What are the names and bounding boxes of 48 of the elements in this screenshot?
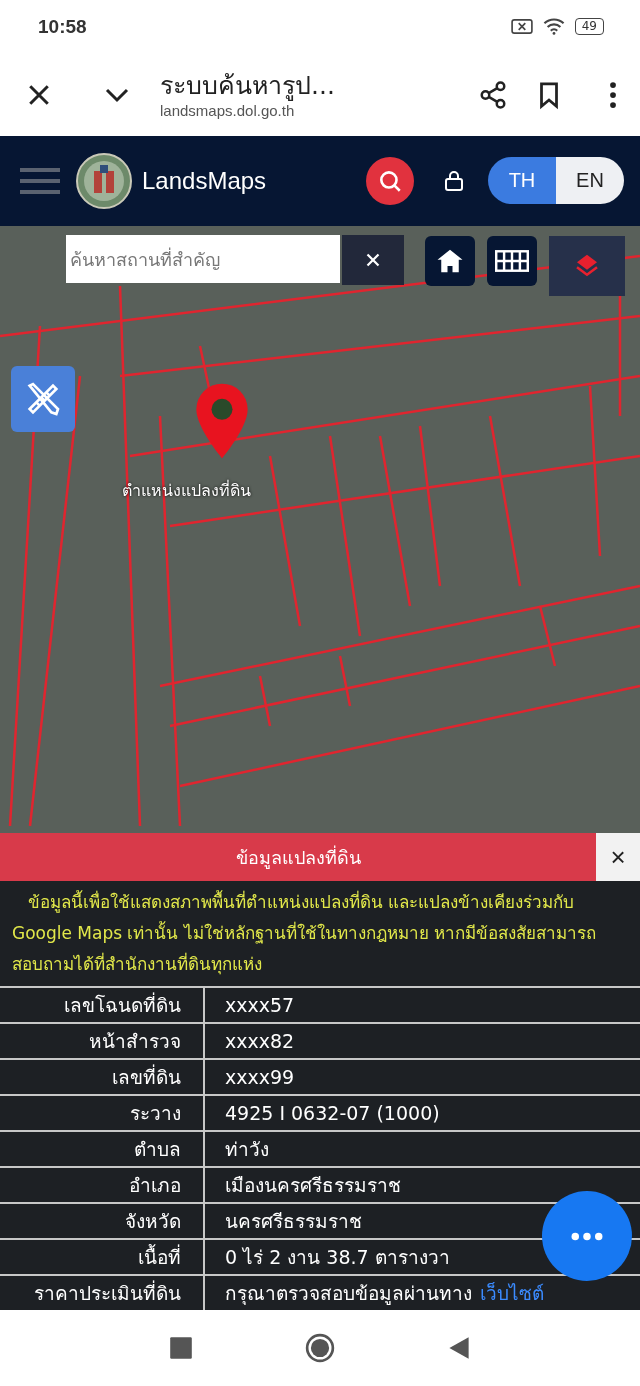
page-title: ระบบค้นหารูป... [160, 70, 336, 103]
emblem-logo [76, 152, 132, 209]
field-label: อำเภอ [129, 1173, 181, 1198]
field-label: เนื้อที่ [138, 1243, 181, 1270]
field-value: xxxx99 [225, 1066, 295, 1088]
grid-button[interactable] [487, 236, 537, 286]
lock-icon[interactable] [442, 168, 466, 193]
location-pin-icon [194, 381, 250, 461]
field-value: เมืองนครศรีธรรมราช [225, 1173, 401, 1198]
field-value: กรุณาตรวจสอบข้อมูลผ่านทาง [225, 1281, 472, 1307]
website-link[interactable]: เว็บไซต์ [480, 1278, 544, 1308]
recents-icon[interactable] [169, 1336, 193, 1360]
field-value: 4925 I 0632-07 (1000) [225, 1102, 440, 1124]
language-tab[interactable]: TH [488, 157, 556, 205]
field-value: นครศรีธรรมราช [225, 1209, 362, 1234]
field-value: 0 ไร่ 2 งาน 38.7 ตารางวา [225, 1245, 450, 1270]
place-search-field[interactable]: ค้นหาสถานที่สำคัญ [66, 235, 340, 283]
field-value: xxxx82 [225, 1030, 295, 1052]
measure-tool-button[interactable] [11, 366, 75, 432]
wifi-icon [542, 18, 565, 36]
close-button[interactable]: × [596, 833, 640, 881]
field-label: เลขโฉนดที่ดิน [64, 991, 181, 1018]
disclaimer-text: ข้อมูลนี้เพื่อใช้แสดงสภาพพื้นที่ตำแหน่งแปลงที่ดิน และแปลงข้างเคียงร่วมกับ Google Maps เท่านั้น ไม่ใช่หลักฐานที่ใช้ในทางกฎหมาย หากมีข้อสงสัยสามารถสอบถามได้ที่สำนักงานที่ดินทุกแห่ง [11, 889, 598, 977]
layers-button[interactable] [549, 236, 625, 296]
more-vertical-icon[interactable] [608, 79, 618, 110]
search-button[interactable] [366, 156, 414, 205]
page-url: landsmaps.dol.go.th [160, 102, 296, 120]
field-label: ระวาง [130, 1101, 181, 1126]
panel-title: ข้อมูลแปลงที่ดิน [235, 844, 361, 871]
back-icon[interactable] [447, 1336, 471, 1360]
more-horizontal-icon [571, 1231, 603, 1241]
status-time: 10:58 [38, 15, 87, 38]
field-label: จังหวัด [125, 1209, 181, 1234]
menu-icon[interactable] [20, 166, 60, 195]
battery-icon: 49 [574, 18, 604, 36]
field-label: เลขที่ดิน [112, 1063, 181, 1090]
brand-name: LandsMaps [142, 166, 268, 195]
clear-search-button[interactable] [342, 235, 404, 285]
field-label: หน้าสำรวจ [89, 1029, 181, 1054]
home-circle-icon[interactable] [305, 1333, 335, 1363]
field-value: ท่าวัง [225, 1137, 269, 1162]
no-sim-icon [510, 18, 533, 36]
field-label: ตำบล [134, 1137, 181, 1162]
home-button[interactable] [425, 236, 475, 286]
share-icon[interactable] [478, 79, 508, 110]
field-value: xxxx57 [225, 994, 295, 1016]
language-tab[interactable]: EN [556, 157, 624, 205]
field-label: ราคาประเมินที่ดิน [34, 1279, 181, 1306]
